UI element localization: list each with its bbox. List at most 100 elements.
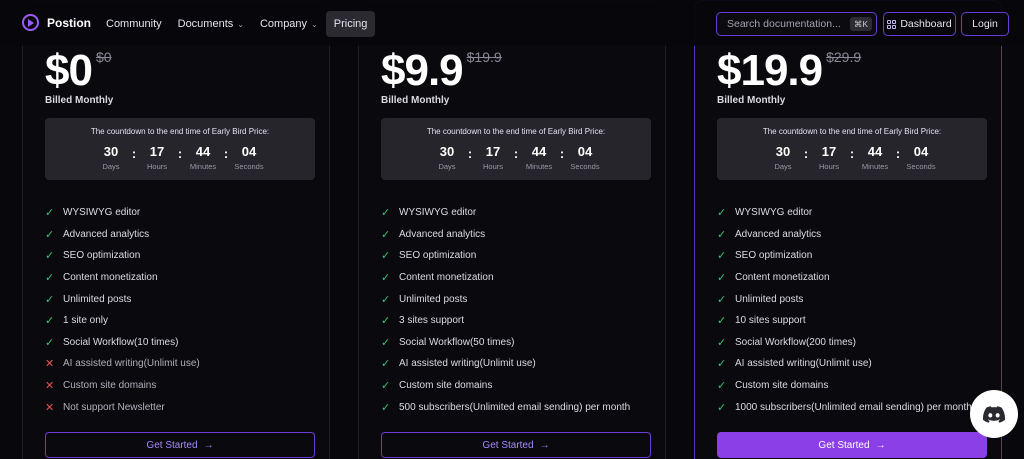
feature-text: WYSIWYG editor bbox=[399, 207, 477, 219]
feature-item: ✓ Unlimited posts bbox=[45, 288, 200, 310]
countdown-label: Hours bbox=[146, 162, 167, 171]
get-started-label: Get Started bbox=[818, 439, 870, 451]
arrow-right-icon: → bbox=[875, 439, 886, 451]
arrow-right-icon: → bbox=[203, 439, 214, 451]
feature-item: ✓ Custom site domains bbox=[381, 375, 630, 397]
countdown-label: Days bbox=[102, 162, 120, 171]
countdown-unit: 04 Seconds bbox=[229, 145, 269, 172]
check-icon: ✓ bbox=[717, 207, 727, 220]
search-box[interactable]: ⌘K bbox=[716, 12, 877, 36]
feature-item: ✓ AI assisted writing(Unlimit use) bbox=[381, 353, 630, 375]
countdown-value: 17 bbox=[821, 144, 837, 159]
countdown-unit: 44 Minutes bbox=[183, 144, 223, 172]
feature-item: ✓ 500 subscribers(Unlimited email sendin… bbox=[381, 396, 630, 418]
login-button[interactable]: Login bbox=[961, 12, 1009, 36]
main-nav: Community Documents ⌄ Company ⌄ Pricing bbox=[98, 11, 376, 37]
countdown-label: Seconds bbox=[234, 162, 264, 171]
check-icon: ✓ bbox=[381, 401, 391, 414]
chevron-down-icon: ⌄ bbox=[237, 19, 244, 29]
price-row: $0 $0 bbox=[45, 47, 112, 95]
countdown-label: Minutes bbox=[861, 162, 889, 171]
check-icon: ✓ bbox=[381, 250, 391, 263]
grid-icon bbox=[887, 19, 897, 29]
nav-documents-label: Documents bbox=[177, 18, 234, 30]
check-icon: ✓ bbox=[717, 228, 727, 241]
countdown-title: The countdown to the end time of Early B… bbox=[426, 127, 606, 136]
billing-period: Billed Monthly bbox=[717, 95, 786, 106]
feature-text: SEO optimization bbox=[63, 250, 141, 262]
feature-item: ✓ 3 sites support bbox=[381, 310, 630, 332]
chevron-down-icon: ⌄ bbox=[311, 19, 318, 29]
countdown-unit: 44 Minutes bbox=[519, 145, 559, 172]
check-icon: ✓ bbox=[45, 272, 55, 285]
countdown-value: 17 bbox=[149, 144, 165, 159]
nav-pricing[interactable]: Pricing bbox=[325, 11, 376, 37]
discord-button[interactable] bbox=[970, 390, 1018, 438]
check-icon: ✓ bbox=[381, 336, 391, 349]
feature-item: ✕ Custom site domains bbox=[45, 375, 200, 397]
old-price: $0 bbox=[95, 49, 112, 65]
feature-item: ✓ Unlimited posts bbox=[717, 288, 972, 310]
feature-item: ✓ Social Workflow(10 times) bbox=[45, 332, 200, 354]
countdown-unit: 30 Days bbox=[763, 144, 803, 172]
feature-item: ✓ Social Workflow(50 times) bbox=[381, 332, 630, 354]
check-icon: ✓ bbox=[381, 272, 391, 285]
feature-item: ✓ SEO optimization bbox=[717, 245, 972, 267]
countdown-label: Seconds bbox=[906, 162, 936, 171]
countdown-label: Seconds bbox=[570, 162, 600, 171]
get-started-button[interactable]: Get Started → bbox=[717, 432, 987, 458]
pricing-card: $19.9 $29.9 Billed Monthly The countdown… bbox=[694, 0, 1002, 459]
countdown-box: The countdown to the end time of Early B… bbox=[381, 118, 651, 180]
check-icon: ✓ bbox=[45, 336, 55, 349]
check-icon: ✓ bbox=[717, 315, 727, 328]
countdown-box: The countdown to the end time of Early B… bbox=[45, 118, 315, 180]
countdown-value: 44 bbox=[195, 144, 211, 159]
check-icon: ✓ bbox=[717, 358, 727, 371]
check-icon: ✓ bbox=[381, 380, 391, 393]
countdown-label: Days bbox=[774, 162, 792, 171]
brand-name: Postion bbox=[47, 15, 91, 30]
countdown-unit: 44 Minutes bbox=[855, 145, 895, 172]
nav-company[interactable]: Company ⌄ bbox=[252, 11, 326, 37]
countdown-value: 17 bbox=[485, 144, 501, 159]
check-icon: ✓ bbox=[717, 272, 727, 285]
nav-community-label: Community bbox=[106, 18, 162, 30]
feature-text: Unlimited posts bbox=[735, 293, 804, 305]
search-input[interactable] bbox=[727, 18, 845, 30]
countdown-unit: 30 Days bbox=[91, 145, 131, 172]
feature-item: ✓ WYSIWYG editor bbox=[45, 202, 200, 224]
get-started-button[interactable]: Get Started → bbox=[381, 432, 651, 458]
feature-item: ✓ Content monetization bbox=[45, 267, 200, 289]
nav-pricing-label: Pricing bbox=[333, 18, 368, 30]
feature-item: ✓ 10 sites support bbox=[717, 310, 972, 332]
feature-item: ✓ 1000 subscribers(Unlimited email sendi… bbox=[717, 396, 972, 418]
get-started-button[interactable]: Get Started → bbox=[45, 432, 315, 458]
price: $0 bbox=[45, 46, 93, 95]
dashboard-button[interactable]: Dashboard bbox=[883, 12, 956, 36]
check-icon: ✓ bbox=[381, 207, 391, 220]
feature-text: 500 subscribers(Unlimited email sending)… bbox=[399, 401, 631, 413]
check-icon: ✓ bbox=[381, 228, 391, 241]
old-price: $29.9 bbox=[826, 49, 862, 65]
feature-text: WYSIWYG editor bbox=[63, 207, 141, 219]
feature-item: ✓ SEO optimization bbox=[45, 245, 200, 267]
feature-text: WYSIWYG editor bbox=[735, 207, 813, 219]
feature-item: ✕ AI assisted writing(Unlimit use) bbox=[45, 353, 200, 375]
nav-documents[interactable]: Documents ⌄ bbox=[170, 11, 252, 37]
navbar: Postion Community Documents ⌄ Company ⌄ … bbox=[0, 0, 1024, 46]
countdown-unit: 04 Seconds bbox=[901, 145, 941, 172]
cross-icon: ✕ bbox=[45, 380, 55, 393]
nav-community[interactable]: Community bbox=[98, 11, 170, 37]
check-icon: ✓ bbox=[45, 315, 55, 328]
countdown-unit: 17 Hours bbox=[473, 144, 513, 172]
check-icon: ✓ bbox=[381, 293, 391, 306]
feature-item: ✓ Content monetization bbox=[717, 267, 972, 289]
feature-text: SEO optimization bbox=[735, 250, 813, 262]
countdown-value: 30 bbox=[775, 144, 791, 159]
feature-list: ✓ WYSIWYG editor ✓ Advanced analytics ✓ … bbox=[381, 202, 630, 418]
feature-text: 10 sites support bbox=[735, 315, 806, 327]
feature-item: ✓ AI assisted writing(Unlimit use) bbox=[717, 353, 972, 375]
brand-link[interactable]: Postion bbox=[22, 14, 91, 31]
countdown-unit: 17 Hours bbox=[137, 144, 177, 172]
feature-item: ✓ Unlimited posts bbox=[381, 288, 630, 310]
